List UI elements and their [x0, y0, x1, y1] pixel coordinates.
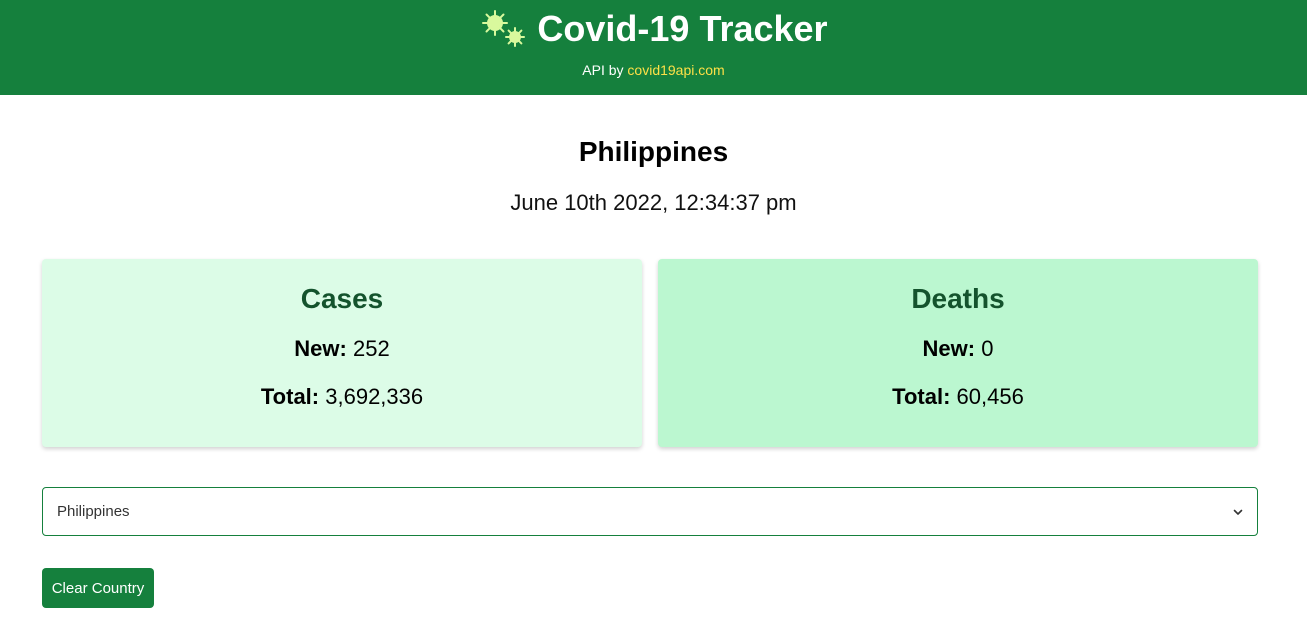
cases-total-label: Total: — [260, 384, 320, 409]
clear-country-button[interactable]: Clear Country — [42, 568, 154, 608]
app-title: Covid-19 Tracker — [537, 8, 828, 49]
api-link[interactable]: covid19api.com — [627, 62, 724, 78]
cases-total-value: 3,692,336 — [325, 384, 424, 409]
deaths-total-label: Total: — [892, 384, 951, 409]
deaths-new-value: 0 — [981, 336, 994, 361]
deaths-card: Deaths New: 0 Total: 60,456 — [658, 259, 1258, 447]
deaths-new-label: New: — [922, 336, 976, 361]
cases-card: Cases New: 252 Total: 3,692,336 — [42, 259, 642, 447]
cases-total: Total: 3,692,336 — [42, 384, 642, 410]
chevron-down-icon — [1233, 509, 1243, 515]
virus-icon — [482, 10, 526, 47]
cases-new-value: 252 — [352, 336, 390, 361]
app-header: Covid-19 Tracker API by covid19api.com — [0, 0, 1307, 95]
cases-new: New: 252 — [42, 336, 642, 362]
country-title: Philippines — [578, 136, 729, 167]
deaths-total: Total: 60,456 — [658, 384, 1258, 410]
deaths-total-value: 60,456 — [956, 384, 1024, 409]
country-select-value: Philippines — [57, 503, 130, 520]
country-select[interactable]: Philippines — [42, 487, 1258, 536]
deaths-new: New: 0 — [658, 336, 1258, 362]
deaths-heading: Deaths — [911, 283, 1005, 314]
cases-new-label: New: — [294, 336, 347, 361]
api-credit-prefix: API by — [582, 62, 624, 78]
header-title-row: Covid-19 Tracker — [0, 6, 1307, 52]
last-updated-timestamp: June 10th 2022, 12:34:37 pm — [510, 190, 797, 215]
api-credit: API by covid19api.com — [0, 62, 1307, 78]
cases-heading: Cases — [300, 283, 384, 314]
